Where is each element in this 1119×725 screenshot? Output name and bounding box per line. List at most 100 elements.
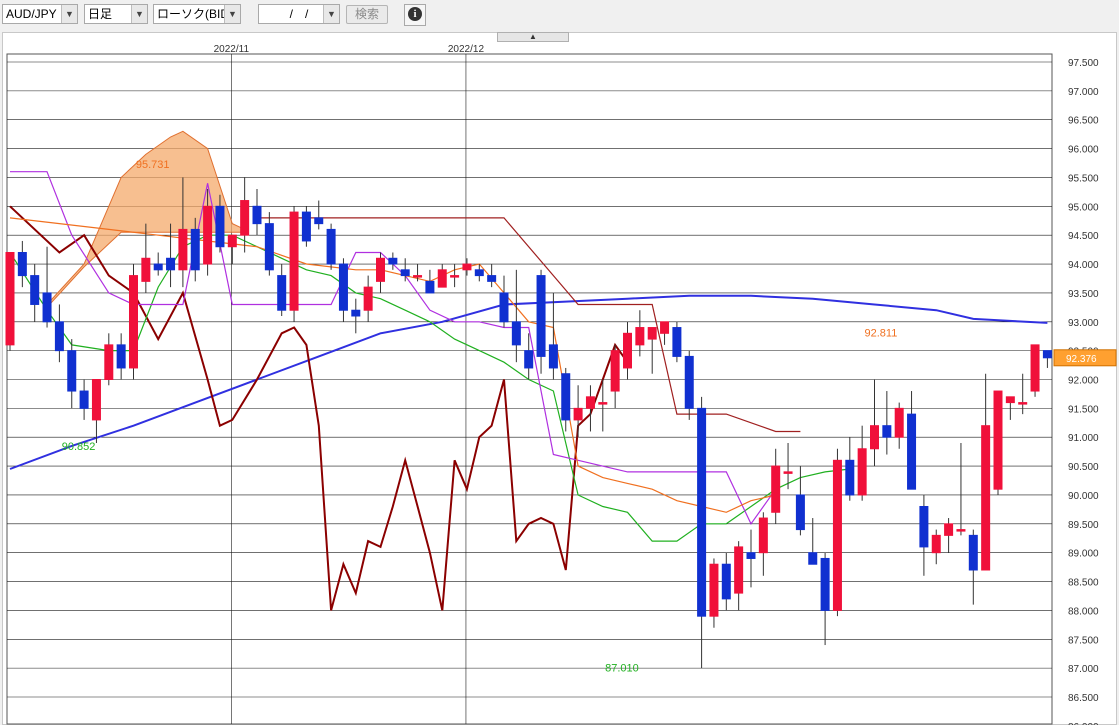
y-tick-label: 87.500 — [1068, 635, 1099, 646]
candle-body — [783, 471, 793, 474]
x-tick-label: 2022/11 — [214, 44, 250, 55]
y-tick-label: 88.500 — [1068, 578, 1099, 589]
y-tick-label: 94.000 — [1068, 260, 1099, 271]
candle-body — [536, 275, 546, 357]
candle-body — [598, 402, 608, 405]
candle-body — [561, 373, 571, 421]
candle-body — [907, 413, 917, 490]
candle-body — [376, 257, 385, 282]
candle-body — [968, 534, 978, 571]
candle-body — [870, 425, 879, 450]
y-tick-label: 90.500 — [1068, 462, 1099, 473]
candle-body — [91, 379, 101, 421]
candle-body — [1030, 344, 1040, 392]
candle-body — [573, 407, 583, 421]
candle-body — [351, 309, 361, 317]
candle-body — [338, 263, 348, 311]
candle-body — [734, 546, 744, 594]
candle-body — [882, 425, 892, 438]
y-tick-label: 97.500 — [1068, 58, 1099, 69]
current-price-label: 92.376 — [1066, 354, 1097, 365]
candle-body — [894, 407, 904, 438]
candle-body — [42, 292, 52, 323]
candle-body — [610, 350, 620, 392]
candle-body — [116, 344, 126, 369]
y-tick-label: 89.000 — [1068, 549, 1099, 560]
candle-body — [511, 321, 521, 346]
candle-body — [487, 275, 497, 282]
x-tick-label: 2022/12 — [448, 44, 485, 55]
candle-body — [820, 557, 830, 611]
candle-body — [277, 275, 287, 311]
candle-body — [129, 275, 138, 369]
candle-body — [400, 269, 410, 277]
candle-body — [363, 286, 373, 311]
candle-body — [585, 396, 595, 409]
candle-body — [462, 263, 472, 271]
price-annotation: 87.010 — [605, 663, 639, 675]
candle-body — [153, 263, 163, 271]
price-annotation: 95.731 — [136, 159, 170, 171]
y-tick-label: 90.000 — [1068, 491, 1099, 502]
candle-body — [919, 506, 929, 548]
candle-body — [721, 563, 731, 600]
candle-body — [301, 211, 311, 242]
candle-body — [548, 344, 558, 369]
price-annotation: 90.852 — [62, 441, 96, 453]
candle-body — [697, 407, 707, 617]
candle-body — [215, 205, 225, 248]
candle-body — [30, 275, 40, 305]
y-tick-label: 89.500 — [1068, 520, 1099, 531]
candle-body — [499, 292, 509, 323]
y-tick-label: 93.000 — [1068, 318, 1099, 329]
candle-body — [956, 529, 966, 532]
y-tick-label: 95.500 — [1068, 173, 1099, 184]
y-tick-label: 93.500 — [1068, 289, 1099, 300]
candle-body — [795, 494, 805, 531]
candle-body — [931, 534, 941, 554]
candle-body — [944, 523, 954, 536]
candle-body — [264, 223, 274, 271]
candle-body — [1005, 396, 1015, 404]
candle-body — [981, 425, 991, 571]
candle-body — [660, 321, 670, 334]
candle-body — [79, 390, 89, 409]
y-tick-label: 97.000 — [1068, 87, 1099, 98]
candle-body — [709, 563, 719, 617]
y-tick-label: 88.000 — [1068, 606, 1099, 617]
candle-body — [240, 200, 250, 236]
candle-body — [178, 228, 188, 271]
candle-body — [746, 552, 756, 559]
candle-body — [1018, 402, 1028, 405]
candle-body — [1042, 350, 1052, 359]
candle-body — [524, 350, 534, 369]
candle-body — [190, 228, 200, 271]
candle-body — [252, 205, 262, 225]
candle-body — [413, 275, 423, 278]
candle-body — [758, 517, 768, 554]
candle-body — [227, 234, 237, 248]
y-tick-label: 91.500 — [1068, 404, 1099, 415]
candle-body — [450, 275, 460, 278]
candle-body — [993, 390, 1003, 490]
y-tick-label: 86.500 — [1068, 693, 1099, 704]
y-tick-label: 96.500 — [1068, 116, 1099, 127]
candle-body — [141, 257, 151, 282]
candle-body — [203, 205, 213, 265]
candle-body — [635, 327, 645, 346]
candle-body — [17, 252, 27, 277]
y-tick-label: 94.500 — [1068, 231, 1099, 242]
candle-body — [845, 459, 855, 496]
candle-body — [474, 269, 484, 277]
candle-body — [314, 217, 324, 225]
candle-body — [647, 327, 657, 340]
y-tick-label: 96.000 — [1068, 145, 1099, 156]
candle-body — [684, 355, 694, 409]
candle-body — [437, 269, 447, 288]
y-tick-label: 87.000 — [1068, 664, 1099, 675]
candle-body — [672, 327, 682, 357]
y-tick-label: 92.000 — [1068, 376, 1099, 387]
candle-body — [289, 211, 299, 311]
candlestick-chart: 86.00086.50087.00087.50088.00088.50089.0… — [5, 44, 1117, 725]
candle-body — [425, 280, 435, 294]
